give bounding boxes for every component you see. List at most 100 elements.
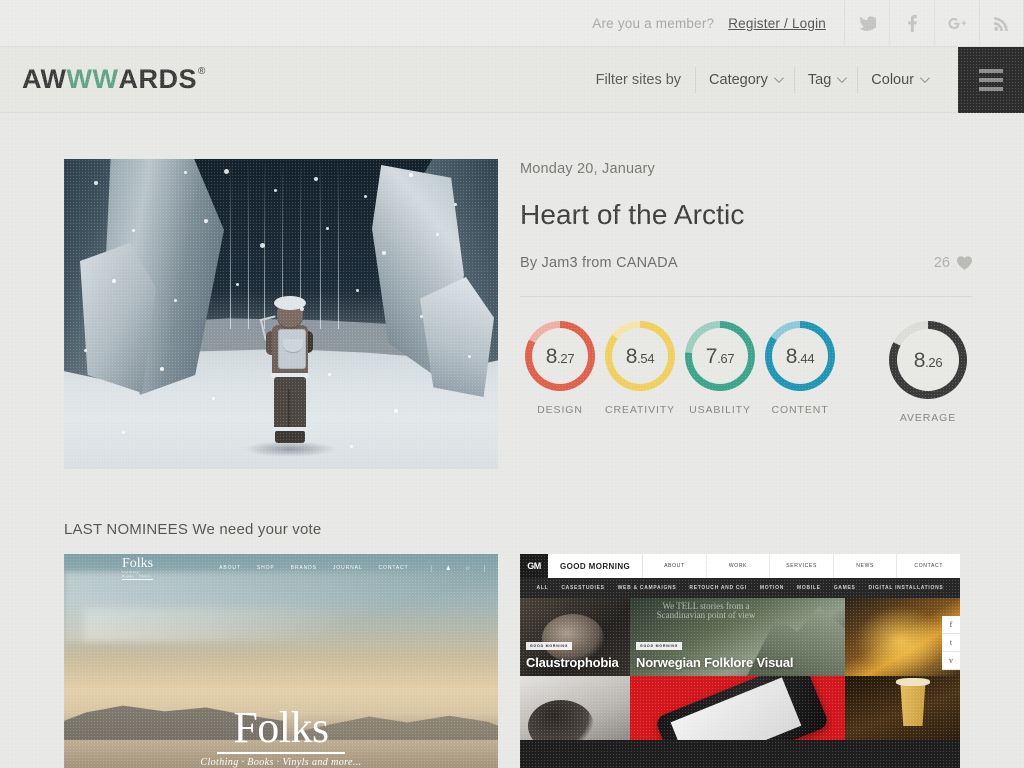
page-root: Are you a member? Register / Login AW WW A… [0,0,1024,768]
filter-nav-category-label: Category [709,71,768,88]
gm-twitter-icon[interactable]: t [942,634,960,652]
score-ring-average: 8.26 [889,321,967,399]
nominee-thumbnail-good-morning[interactable]: GM GOOD MORNING ABOUT WORK SERVICES NEWS… [520,554,960,768]
chevron-down-icon [837,73,848,84]
score-label-content: CONTENT [771,404,829,416]
gm-card-badge: GOOD MORNING [636,642,683,650]
score-rings: 8.27 DESIGN 8.54 CREATIVITY 7.67 USABILI… [520,321,972,424]
filter-nav-tag[interactable]: Tag [793,66,857,93]
folks-nav-items: ABOUT SHOP BRANDS JOURNAL CONTACT [219,565,409,571]
folks-hero: Folks Clothing · Books · Vinyls and more… [64,703,498,768]
logo-registered-mark: ® [197,66,206,77]
register-login-link[interactable]: Register / Login [728,16,826,31]
score-ring-content: 8.44 [765,321,835,391]
logo-text-part3: ARDS [118,64,197,94]
gm-subnav-mobile: MOBILE [797,585,821,591]
member-question: Are you a member? [592,15,715,31]
chevron-down-icon [919,73,930,84]
twitter-icon[interactable] [844,0,889,46]
gm-subnav: ALL CASESTUDIES WEB & CAMPAIGNS RETOUCH … [520,578,960,598]
logo-text-part1: AW [22,64,67,94]
gm-nav-news: NEWS [834,554,898,578]
nominees-row: Folks Clothing · Books · Vinyls ABOUT SH… [64,554,960,768]
gm-nav-work: WORK [707,554,771,578]
score-label-usability: USABILITY [689,404,751,416]
score-ring-center: 8.27 [532,328,588,384]
chevron-down-icon [773,73,784,84]
gm-card-coffee[interactable] [845,676,960,740]
byline: By Jam3 from CANADA [520,255,678,271]
nominee-thumbnail-folks[interactable]: Folks Clothing · Books · Vinyls ABOUT SH… [64,554,498,768]
facebook-icon[interactable] [889,0,934,46]
folks-nav-contact: CONTACT [378,565,409,571]
score-usability: 7.67 USABILITY [680,321,760,416]
gm-card-norwegian-folklore[interactable]: We TELL stories from a Scandinavian poin… [630,598,845,676]
gm-subnav-all: ALL [536,585,549,591]
score-value-creativity: 8.54 [625,344,655,368]
score-ring-center: 8.54 [612,328,668,384]
search-icon: ⌕ [484,564,498,572]
gm-card-badge: GOOD MORNING [526,642,573,650]
folks-nav-shop: SHOP [256,565,275,571]
meta-divider [520,296,972,297]
gm-card-claustrophobia[interactable]: GOOD MORNING Claustrophobia [520,598,630,676]
score-label-average: AVERAGE [899,412,957,424]
gm-subnav-web-campaigns: WEB & CAMPAIGNS [617,585,677,591]
gm-project-grid: GOOD MORNING Claustrophobia We TELL stor… [520,598,960,768]
folks-nav-brands: BRANDS [290,565,317,571]
featured-site-row: Monday 20, January Heart of the Arctic B… [64,113,972,469]
gm-card-mobile-app[interactable] [630,676,845,740]
gm-card-type-art: We TELL stories from a Scandinavian poin… [656,601,756,621]
folks-hero-title: Folks [233,703,329,753]
like-counter[interactable]: 26 [934,255,972,271]
gm-subnav-casestudies: CASESTUDIES [561,585,605,591]
filter-nav-colour-label: Colour [871,71,914,88]
gm-facebook-icon[interactable]: f [942,616,960,634]
google-plus-icon[interactable] [934,0,979,46]
gm-grid-column: GOOD MORNING Claustrophobia [520,598,630,768]
featured-site-thumbnail[interactable] [64,159,498,469]
filter-nav-tag-label: Tag [807,71,832,88]
heart-icon [957,256,972,270]
gm-nav-about: ABOUT [643,554,707,578]
menu-icon[interactable] [958,46,1024,113]
folks-logo: Folks Clothing · Books · Vinyls [122,555,154,581]
social-links [844,0,1024,46]
gm-nav-items: ABOUT WORK SERVICES NEWS CONTACT [643,554,960,578]
filter-nav: Filter sites by Category Tag Colour [582,46,1024,113]
cart-icon: ☆ [465,565,471,572]
logo-text-part2: WW [66,64,119,94]
main-content: Monday 20, January Heart of the Arctic B… [0,113,1024,768]
folks-nav-icons: ♟ ☆ ⌕ [430,564,498,572]
gm-card-title: Norwegian Folklore Visual [636,655,794,670]
filter-nav-colour[interactable]: Colour [857,66,940,93]
score-label-design: DESIGN [537,404,583,416]
score-label-creativity: CREATIVITY [604,404,676,416]
score-ring-center: 7.67 [692,328,748,384]
gm-card-title: Claustrophobia [526,655,619,670]
gm-vimeo-icon[interactable]: v [942,652,960,670]
site-logo[interactable]: AW WW ARDS ® [22,66,206,93]
score-ring-center: 8.44 [772,328,828,384]
hero-character [244,296,336,457]
gm-grid-column: We TELL stories from a Scandinavian poin… [630,598,845,768]
score-creativity: 8.54 CREATIVITY [600,321,680,416]
folks-nav-about: ABOUT [219,565,241,571]
gm-social-buttons: f t v [942,616,960,670]
folks-site-nav: Folks Clothing · Books · Vinyls ABOUT SH… [64,554,498,582]
score-ring-creativity: 8.54 [605,321,675,391]
filter-nav-category[interactable]: Category [695,66,794,93]
gm-nav-services: SERVICES [770,554,834,578]
nominees-heading: LAST NOMINEES We need your vote [64,521,322,538]
score-ring-usability: 7.67 [685,321,755,391]
folks-hero-tagline: Clothing · Books · Vinyls and more... [200,757,362,768]
gm-card-sketch[interactable] [520,676,630,740]
page-title[interactable]: Heart of the Arctic [520,199,972,231]
gm-subnav-motion: MOTION [759,585,785,591]
score-ring-center: 8.26 [897,329,959,391]
like-count: 26 [933,255,950,271]
folks-nav-journal: JOURNAL [332,565,363,571]
featured-site-meta: Monday 20, January Heart of the Arctic B… [520,159,972,469]
rss-icon[interactable] [979,0,1024,46]
